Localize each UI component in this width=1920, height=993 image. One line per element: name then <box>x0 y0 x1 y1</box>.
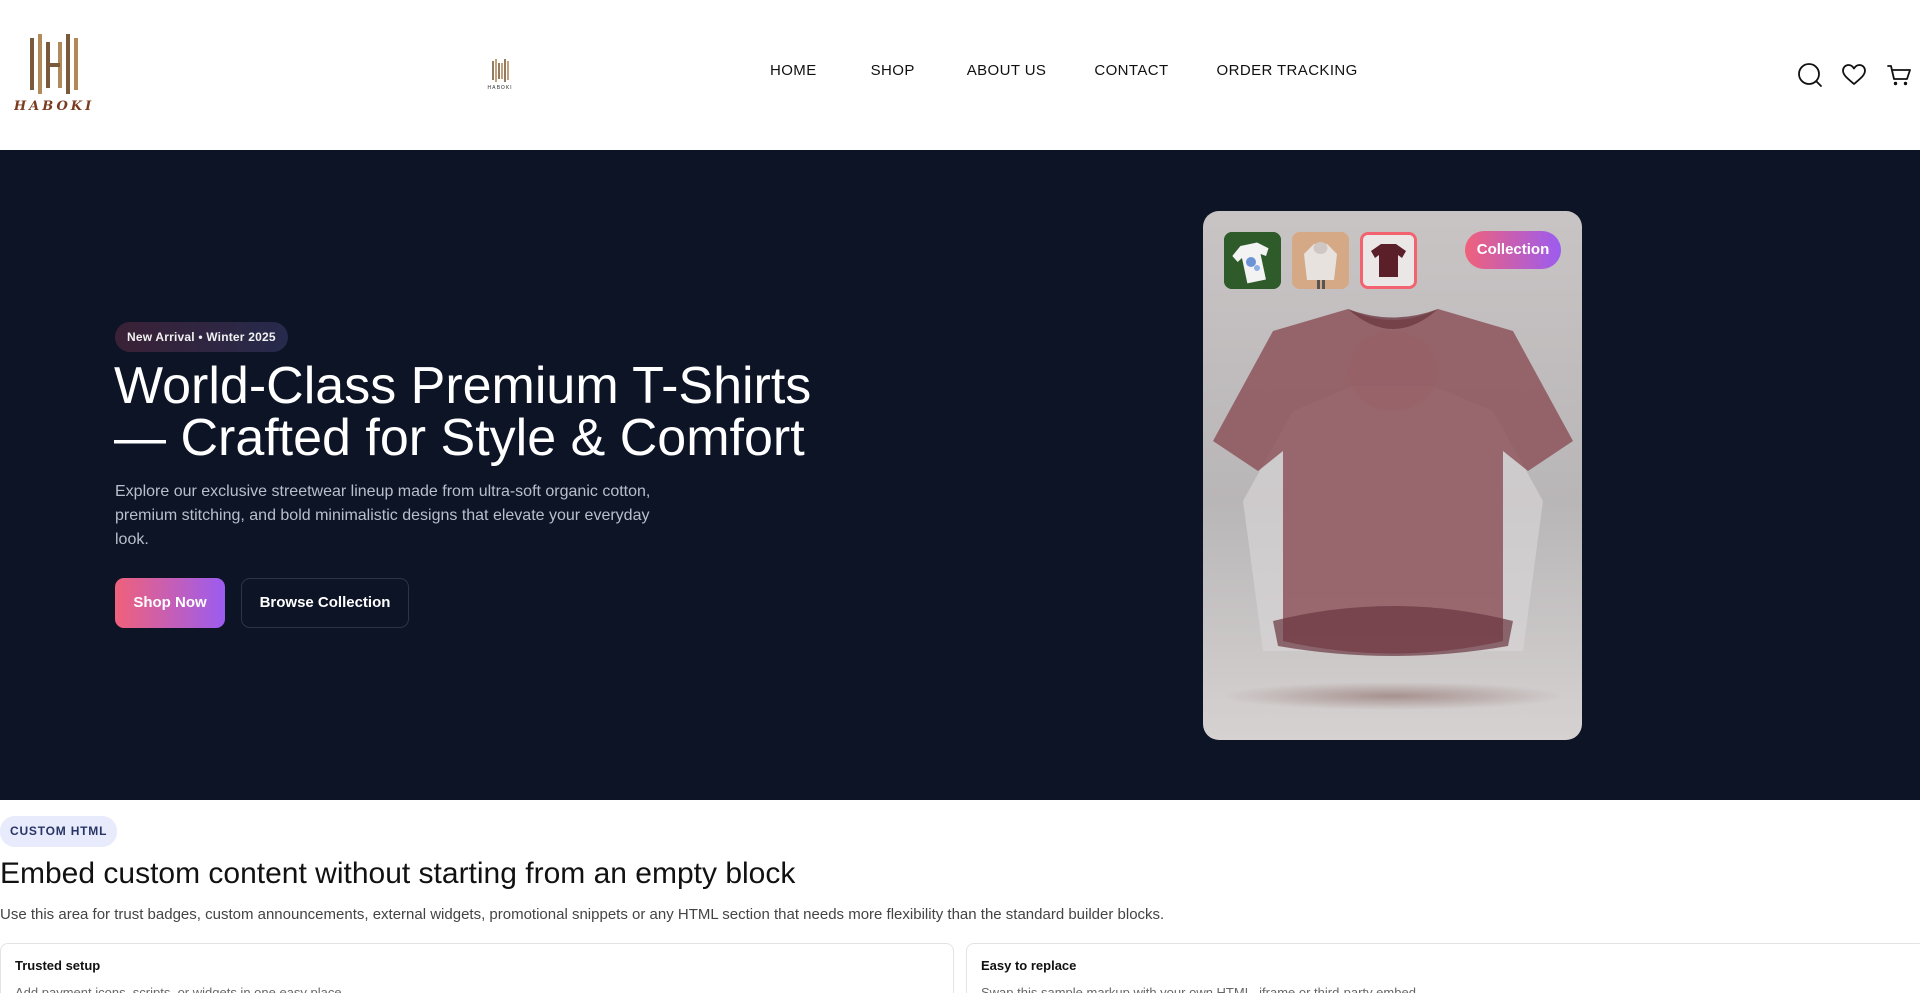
heart-icon[interactable] <box>1841 62 1867 88</box>
featured-product-image <box>1203 291 1582 711</box>
product-showcase-card: Collection <box>1203 211 1582 740</box>
collection-badge[interactable]: Collection <box>1465 231 1561 269</box>
brand-logo[interactable]: HABOKI <box>13 32 94 118</box>
nav-about-us[interactable]: ABOUT US <box>967 62 1047 79</box>
feature-text: Swap this sample markup with your own HT… <box>981 985 1420 993</box>
nav-home[interactable]: HOME <box>770 62 817 79</box>
new-arrival-badge: New Arrival • Winter 2025 <box>115 322 288 352</box>
nav-contact[interactable]: CONTACT <box>1094 62 1168 79</box>
search-icon[interactable] <box>1797 62 1823 88</box>
feature-card-easy-to-replace: Easy to replace Swap this sample markup … <box>966 943 1920 993</box>
brand-logo-text: HABOKI <box>14 99 94 114</box>
nav-order-tracking[interactable]: ORDER TRACKING <box>1217 62 1358 79</box>
nav-shop[interactable]: SHOP <box>871 62 915 79</box>
cart-icon[interactable] <box>1886 62 1912 88</box>
thumbnail-tshirt-green[interactable] <box>1224 232 1281 289</box>
thumbnail-hoodie[interactable] <box>1292 232 1349 289</box>
site-header: HABOKI HABOKI HOME SHOP ABOUT US CONTACT… <box>0 0 1920 150</box>
feature-text: Add payment icons, scripts, or widgets i… <box>15 985 346 993</box>
browse-collection-button[interactable]: Browse Collection <box>241 578 409 628</box>
thumbnail-tshirt-maroon[interactable] <box>1360 232 1417 289</box>
feature-title: Easy to replace <box>981 958 1077 973</box>
shop-now-button[interactable]: Shop Now <box>115 578 225 628</box>
custom-html-tag: CUSTOM HTML <box>0 816 118 847</box>
brand-logo-small[interactable]: HABOKI <box>485 58 515 92</box>
custom-section-description: Use this area for trust badges, custom a… <box>0 906 1165 923</box>
feature-title: Trusted setup <box>15 958 101 973</box>
hero-title: World-Class Premium T-Shirts — Crafted f… <box>114 357 812 467</box>
main-nav: HOME SHOP ABOUT US CONTACT ORDER TRACKIN… <box>760 62 1358 79</box>
brand-logo-small-text: HABOKI <box>487 85 512 91</box>
hero-description: Explore our exclusive streetwear lineup … <box>115 483 651 548</box>
feature-card-trusted-setup: Trusted setup Add payment icons, scripts… <box>0 943 954 993</box>
custom-section-title: Embed custom content without starting fr… <box>0 857 796 890</box>
hero-section: New Arrival • Winter 2025 World-Class Pr… <box>0 150 1920 800</box>
